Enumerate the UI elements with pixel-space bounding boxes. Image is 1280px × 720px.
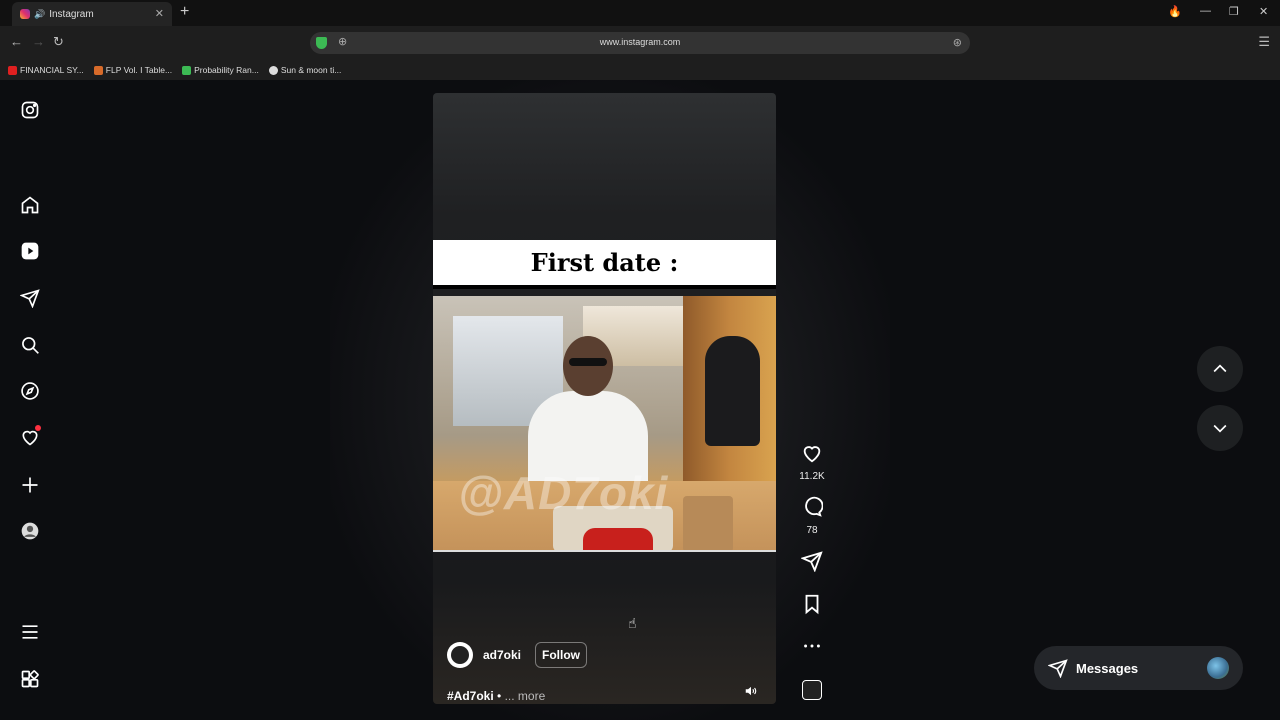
author-username[interactable]: ad7oki	[483, 648, 521, 662]
fries-box	[583, 528, 653, 550]
like-action[interactable]: 11.2K	[797, 442, 827, 482]
bookmark-item[interactable]: Probability Ran...	[182, 65, 259, 75]
bookmark-icon[interactable]	[801, 593, 823, 615]
forward-icon[interactable]: →	[32, 34, 45, 49]
create-plus-icon[interactable]	[20, 475, 40, 495]
reel-video-player[interactable]: First date : @AD7oki ad7oki Follow #Ad7o…	[433, 93, 776, 704]
like-count: 11.2K	[799, 471, 825, 482]
author-logo-icon	[451, 646, 469, 664]
more-menu-icon[interactable]	[20, 622, 40, 642]
minimize-icon[interactable]: —	[1200, 5, 1211, 17]
browser-chrome: 🔊 Instagram ✕ + 🔥 — ❐ ✕ ← → ↻ ⊕ www.inst…	[0, 0, 1280, 80]
next-reel-button[interactable]	[1197, 405, 1243, 451]
back-icon[interactable]: ←	[10, 34, 23, 49]
options-action[interactable]	[797, 635, 827, 662]
address-bar[interactable]: ⊕ www.instagram.com ⊛	[310, 32, 970, 54]
also-from-meta-icon[interactable]	[20, 669, 40, 689]
reel-description: #Ad7oki • ... more	[447, 689, 545, 703]
author-avatar[interactable]	[447, 642, 473, 668]
bookmark-item[interactable]: FINANCIAL SY...	[8, 65, 84, 75]
more-options-icon[interactable]	[801, 635, 823, 657]
paper-cup	[683, 496, 733, 550]
original-audio-thumbnail[interactable]	[802, 680, 822, 700]
bookmark-label: FINANCIAL SY...	[20, 65, 84, 75]
sunglasses	[569, 358, 607, 366]
messages-icon	[1048, 659, 1068, 678]
speaker-icon[interactable]: 🔊	[34, 9, 45, 20]
close-icon[interactable]: ✕	[155, 7, 164, 20]
direct-messages-icon[interactable]	[19, 288, 40, 309]
bookmark-label: FLP Vol. I Table...	[105, 65, 173, 75]
chevron-up-icon	[1213, 364, 1227, 373]
reels-icon[interactable]	[20, 241, 40, 261]
share-icon[interactable]	[800, 550, 823, 573]
page-icon	[93, 65, 103, 75]
video-caption-box: First date :	[433, 240, 776, 289]
audio-speaker-icon[interactable]	[744, 684, 760, 700]
extension-icon[interactable]: ⊛	[953, 36, 962, 49]
more-link[interactable]: ... more	[505, 689, 546, 703]
close-window-icon[interactable]: ✕	[1259, 5, 1268, 18]
bookmark-label: Probability Ran...	[194, 65, 259, 75]
mouse-cursor-icon: ☝	[628, 615, 637, 631]
bookmark-item[interactable]: Sun & moon ti...	[268, 65, 342, 75]
drive-icon	[182, 65, 192, 75]
messages-label: Messages	[1076, 660, 1139, 676]
restore-icon[interactable]: ❐	[1229, 5, 1239, 18]
sidebar	[0, 80, 60, 720]
instagram-favicon-icon	[20, 9, 30, 19]
tab-strip: 🔊 Instagram ✕ + 🔥 — ❐ ✕	[0, 0, 1280, 26]
comment-icon[interactable]	[801, 496, 824, 518]
notification-dot	[35, 425, 41, 431]
chevron-down-icon	[1213, 424, 1227, 433]
reel-author: ad7oki Follow	[447, 642, 588, 668]
new-tab-icon[interactable]: +	[180, 3, 189, 21]
description-separator: •	[493, 689, 505, 703]
share-action[interactable]	[797, 550, 827, 577]
comment-count: 78	[806, 525, 818, 536]
follow-button[interactable]: Follow	[535, 642, 588, 668]
explore-icon[interactable]	[20, 381, 40, 401]
profile-avatar-icon[interactable]	[20, 521, 40, 541]
bookmark-item[interactable]: FLP Vol. I Table...	[93, 65, 173, 75]
video-caption-text: First date :	[530, 248, 679, 277]
comment-action[interactable]: 78	[797, 496, 827, 536]
search-icon[interactable]	[20, 335, 40, 355]
man-head	[563, 336, 613, 396]
notifications-heart-icon[interactable]	[20, 425, 41, 447]
globe-icon	[268, 65, 278, 75]
bookmark-label: Sun & moon ti...	[280, 65, 342, 75]
navigation-bar: ← → ↻ ⊕ www.instagram.com ⊛ ☰	[0, 26, 1280, 60]
instagram-logo-icon[interactable]	[20, 100, 40, 120]
messages-avatar	[1207, 657, 1229, 679]
background-person	[705, 336, 760, 446]
previous-reel-button[interactable]	[1197, 346, 1243, 392]
tab-instagram[interactable]: 🔊 Instagram ✕	[12, 2, 172, 26]
instagram-page: First date : @AD7oki ad7oki Follow #Ad7o…	[0, 80, 1280, 720]
heart-icon[interactable]	[801, 442, 823, 464]
menu-icon[interactable]: ☰	[1258, 34, 1270, 50]
flame-icon[interactable]: 🔥	[1168, 5, 1182, 18]
video-frame[interactable]: @AD7oki	[433, 296, 776, 552]
home-icon[interactable]	[20, 195, 40, 215]
youtube-icon	[8, 65, 17, 75]
url-text: www.instagram.com	[599, 37, 681, 47]
tab-title: Instagram	[49, 8, 94, 20]
bookmarks-bar: FINANCIAL SY... FLP Vol. I Table... Prob…	[0, 60, 1280, 80]
reload-icon[interactable]: ↻	[53, 34, 64, 50]
hashtag-link[interactable]: #Ad7oki	[447, 689, 494, 703]
messages-button[interactable]: Messages	[1034, 646, 1243, 690]
save-action[interactable]	[797, 593, 827, 620]
video-watermark: @AD7oki	[458, 467, 669, 519]
